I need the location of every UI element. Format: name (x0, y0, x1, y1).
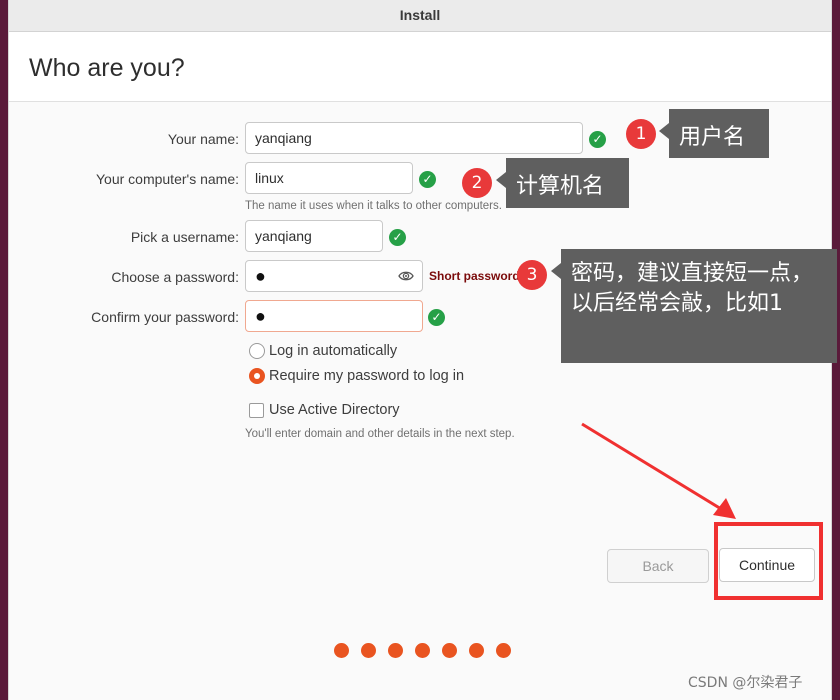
username-input[interactable]: yanqiang (245, 220, 383, 252)
require-password-label[interactable]: Require my password to log in (269, 368, 464, 384)
page-title: Who are you? (29, 54, 185, 82)
progress-dot (361, 643, 376, 658)
active-directory-checkbox[interactable] (249, 403, 264, 418)
heading-area: Who are you? (9, 32, 831, 102)
log-in-automatically-radio[interactable] (249, 343, 265, 359)
log-in-automatically-label[interactable]: Log in automatically (269, 343, 397, 359)
password-mask: ● (255, 266, 266, 286)
active-directory-label[interactable]: Use Active Directory (269, 402, 400, 418)
password-input[interactable]: ● (245, 260, 423, 292)
confirm-password-input[interactable]: ● (245, 300, 423, 332)
password-label: Choose a password: (111, 269, 239, 285)
annotation-badge-1: 1 (626, 119, 656, 149)
progress-dot (496, 643, 511, 658)
watermark-text: CSDN @尔染君子 (688, 675, 803, 691)
active-directory-hint: You'll enter domain and other details in… (245, 428, 515, 440)
annotation-callout-1: 用户名 (659, 109, 769, 158)
confirm-password-valid-icon: ✓ (428, 309, 445, 326)
progress-dot (442, 643, 457, 658)
confirm-password-mask: ● (255, 306, 266, 326)
annotation-badge-2: 2 (462, 168, 492, 198)
computer-name-label: Your computer's name: (95, 171, 239, 187)
require-password-radio[interactable] (249, 368, 265, 384)
progress-dot (415, 643, 430, 658)
your-name-label: Your name: (167, 131, 239, 147)
confirm-password-label: Confirm your password: (91, 309, 239, 325)
progress-dot (334, 643, 349, 658)
progress-dot (469, 643, 484, 658)
annotation-arrow-icon (581, 422, 736, 519)
computer-name-valid-icon: ✓ (419, 171, 436, 188)
back-button[interactable]: Back (607, 549, 709, 583)
username-valid-icon: ✓ (389, 229, 406, 246)
computer-name-input[interactable]: linux (245, 162, 413, 194)
annotation-callout-3: 密码，建议直接短一点，以后经常会敲，比如1 (551, 249, 837, 363)
progress-indicator (334, 643, 514, 659)
window-title: Install (9, 0, 831, 32)
annotation-callout-2: 计算机名 (496, 158, 629, 208)
show-password-eye-icon[interactable] (398, 270, 414, 282)
username-label: Pick a username: (130, 229, 239, 245)
continue-highlight-box (714, 522, 823, 600)
computer-name-hint: The name it uses when it talks to other … (245, 200, 502, 212)
annotation-badge-3: 3 (517, 260, 547, 290)
progress-dot (388, 643, 403, 658)
password-strength-text: Short password (429, 269, 520, 283)
your-name-valid-icon: ✓ (589, 131, 606, 148)
your-name-input[interactable]: yanqiang (245, 122, 583, 154)
